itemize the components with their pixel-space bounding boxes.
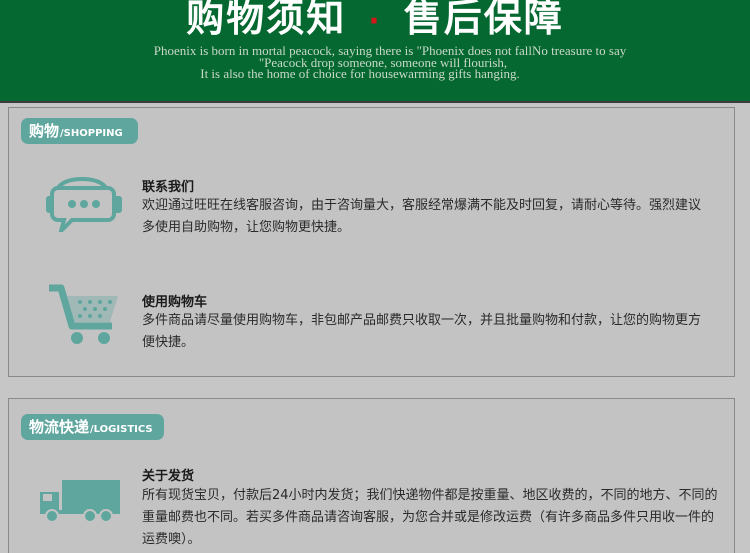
- logistics-section-tag: 物流快递/LOGISTICS: [21, 414, 164, 440]
- shopping-section-tag: 购物/SHOPPING: [21, 118, 138, 144]
- shopping-cart-icon: [49, 284, 118, 344]
- shopping-tag-en: /SHOPPING: [60, 128, 123, 139]
- use-cart-text: 多件商品请尽量使用购物车，非包邮产品邮费只收取一次，并且批量购物和付款，让您的购…: [142, 313, 702, 350]
- contact-us-text: 欢迎通过旺旺在线客服咨询，由于咨询量大，客服经常爆满不能及时回复，请耐心等待。强…: [142, 198, 702, 235]
- headset-chat-icon: [46, 176, 122, 232]
- title-left: 购物须知: [186, 0, 347, 40]
- page-header: 购物须知 · 售后保障 Phoenix is born in mortal peac…: [0, 0, 750, 103]
- contact-us-title: 联系我们: [142, 180, 195, 195]
- shopping-tag-cn: 购物: [29, 122, 60, 140]
- delivery-truck-icon: [40, 480, 120, 523]
- page-title: 购物须知 · 售后保障: [0, 0, 750, 48]
- title-right: 售后保障: [403, 0, 564, 40]
- logistics-tag-cn: 物流快递: [29, 418, 90, 436]
- tagline-line-3: It is also the home of choice for housew…: [200, 66, 520, 81]
- shipping-text: 所有现货宝贝，付款后24小时内发货；我们快递物件都是按重量、地区收费的，不同的地…: [142, 488, 718, 547]
- title-separator: ·: [368, 4, 382, 39]
- use-cart-title: 使用购物车: [142, 295, 208, 310]
- shipping-title: 关于发货: [142, 469, 195, 484]
- logistics-tag-en: /LOGISTICS: [90, 424, 153, 435]
